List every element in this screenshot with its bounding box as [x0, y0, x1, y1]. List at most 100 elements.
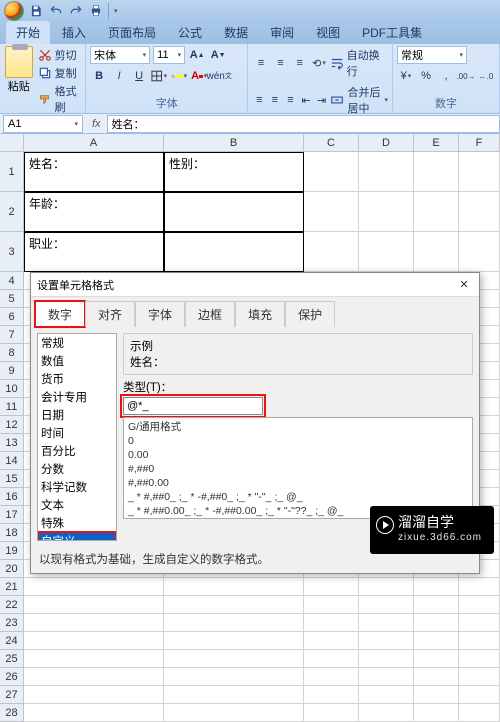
- row-header[interactable]: 5: [0, 290, 24, 308]
- cell-a3[interactable]: 职业：: [24, 232, 164, 272]
- col-header[interactable]: A: [24, 134, 164, 151]
- cell[interactable]: [24, 650, 164, 668]
- cell[interactable]: [414, 704, 459, 722]
- row-header[interactable]: 9: [0, 362, 24, 380]
- category-item[interactable]: 文本: [38, 496, 116, 514]
- formula-input[interactable]: 姓名：: [107, 115, 500, 133]
- row-header[interactable]: 13: [0, 434, 24, 452]
- tab-pdf[interactable]: PDF工具集: [352, 21, 432, 44]
- number-format-select[interactable]: 常规▾: [397, 46, 467, 64]
- copy-button[interactable]: 复制: [38, 64, 82, 82]
- cell-b3[interactable]: [164, 232, 304, 272]
- dialog-tab-protection[interactable]: 保护: [285, 301, 335, 327]
- format-painter-button[interactable]: 格式刷: [38, 82, 82, 116]
- cell[interactable]: [304, 232, 359, 272]
- cell[interactable]: [414, 668, 459, 686]
- align-center-button[interactable]: ≡: [268, 91, 282, 109]
- cell[interactable]: [414, 232, 459, 272]
- category-item[interactable]: 常规: [38, 334, 116, 352]
- cell[interactable]: [414, 686, 459, 704]
- cell[interactable]: [414, 650, 459, 668]
- cell[interactable]: [304, 578, 359, 596]
- cell[interactable]: [459, 578, 500, 596]
- cell[interactable]: [164, 650, 304, 668]
- row-header[interactable]: 12: [0, 416, 24, 434]
- col-header[interactable]: B: [164, 134, 304, 151]
- cell[interactable]: [164, 596, 304, 614]
- category-item[interactable]: 会计专用: [38, 388, 116, 406]
- row-header[interactable]: 2: [0, 192, 24, 232]
- tab-page-layout[interactable]: 页面布局: [98, 21, 166, 44]
- italic-button[interactable]: I: [110, 67, 128, 85]
- row-header[interactable]: 17: [0, 506, 24, 524]
- shrink-font-button[interactable]: A▼: [209, 46, 227, 64]
- cell[interactable]: [164, 686, 304, 704]
- cell-a2[interactable]: 年龄：: [24, 192, 164, 232]
- font-name-select[interactable]: 宋体▾: [90, 46, 150, 64]
- cell[interactable]: [304, 614, 359, 632]
- category-item[interactable]: 百分比: [38, 442, 116, 460]
- save-icon[interactable]: [28, 3, 44, 19]
- row-header[interactable]: 14: [0, 452, 24, 470]
- format-list[interactable]: G/通用格式 0 0.00 #,##0 #,##0.00 _ * #,##0_ …: [123, 417, 473, 519]
- qat-dropdown-icon[interactable]: ▾: [114, 7, 118, 15]
- cell[interactable]: [164, 668, 304, 686]
- print-icon[interactable]: [88, 3, 104, 19]
- cell[interactable]: [359, 152, 414, 192]
- cell[interactable]: [359, 632, 414, 650]
- cell[interactable]: [304, 632, 359, 650]
- category-item[interactable]: 科学记数: [38, 478, 116, 496]
- cell[interactable]: [164, 704, 304, 722]
- cell[interactable]: [304, 650, 359, 668]
- row-header[interactable]: 7: [0, 326, 24, 344]
- increase-decimal-button[interactable]: .00→: [457, 67, 475, 85]
- undo-icon[interactable]: [48, 3, 64, 19]
- office-button[interactable]: [4, 1, 24, 21]
- cell[interactable]: [164, 614, 304, 632]
- row-header[interactable]: 6: [0, 308, 24, 326]
- category-item[interactable]: 特殊: [38, 514, 116, 532]
- category-item[interactable]: 时间: [38, 424, 116, 442]
- col-header[interactable]: C: [304, 134, 359, 151]
- tab-review[interactable]: 审阅: [260, 21, 304, 44]
- row-header[interactable]: 1: [0, 152, 24, 192]
- dialog-tab-number[interactable]: 数字: [35, 301, 85, 327]
- cell[interactable]: [459, 704, 500, 722]
- row-header[interactable]: 25: [0, 650, 24, 668]
- cut-button[interactable]: 剪切: [38, 46, 82, 64]
- cell[interactable]: [414, 578, 459, 596]
- dialog-tab-font[interactable]: 字体: [135, 301, 185, 327]
- name-box[interactable]: A1▾: [3, 115, 83, 133]
- cell[interactable]: [359, 232, 414, 272]
- category-item-custom[interactable]: 自定义: [38, 532, 116, 541]
- row-header[interactable]: 27: [0, 686, 24, 704]
- cell[interactable]: [459, 686, 500, 704]
- cell[interactable]: [24, 704, 164, 722]
- cell[interactable]: [24, 614, 164, 632]
- cell-b2[interactable]: [164, 192, 304, 232]
- align-top-button[interactable]: ≡: [252, 54, 269, 72]
- dialog-tab-fill[interactable]: 填充: [235, 301, 285, 327]
- align-bottom-button[interactable]: ≡: [291, 54, 308, 72]
- cell[interactable]: [459, 232, 500, 272]
- row-header[interactable]: 26: [0, 668, 24, 686]
- tab-view[interactable]: 视图: [306, 21, 350, 44]
- cell[interactable]: [24, 632, 164, 650]
- cell[interactable]: [359, 686, 414, 704]
- cell[interactable]: [359, 668, 414, 686]
- align-right-button[interactable]: ≡: [284, 91, 298, 109]
- row-header[interactable]: 20: [0, 560, 24, 578]
- dialog-tab-alignment[interactable]: 对齐: [85, 301, 135, 327]
- currency-button[interactable]: ¥▾: [397, 67, 415, 85]
- cell[interactable]: [359, 578, 414, 596]
- grow-font-button[interactable]: A▲: [188, 46, 206, 64]
- cell[interactable]: [359, 596, 414, 614]
- cell[interactable]: [164, 578, 304, 596]
- cell[interactable]: [304, 668, 359, 686]
- cell[interactable]: [359, 614, 414, 632]
- cell[interactable]: [359, 704, 414, 722]
- dialog-titlebar[interactable]: 设置单元格格式 ✕: [31, 273, 479, 297]
- row-header[interactable]: 18: [0, 524, 24, 542]
- fill-color-button[interactable]: ▾: [170, 67, 188, 85]
- row-header[interactable]: 11: [0, 398, 24, 416]
